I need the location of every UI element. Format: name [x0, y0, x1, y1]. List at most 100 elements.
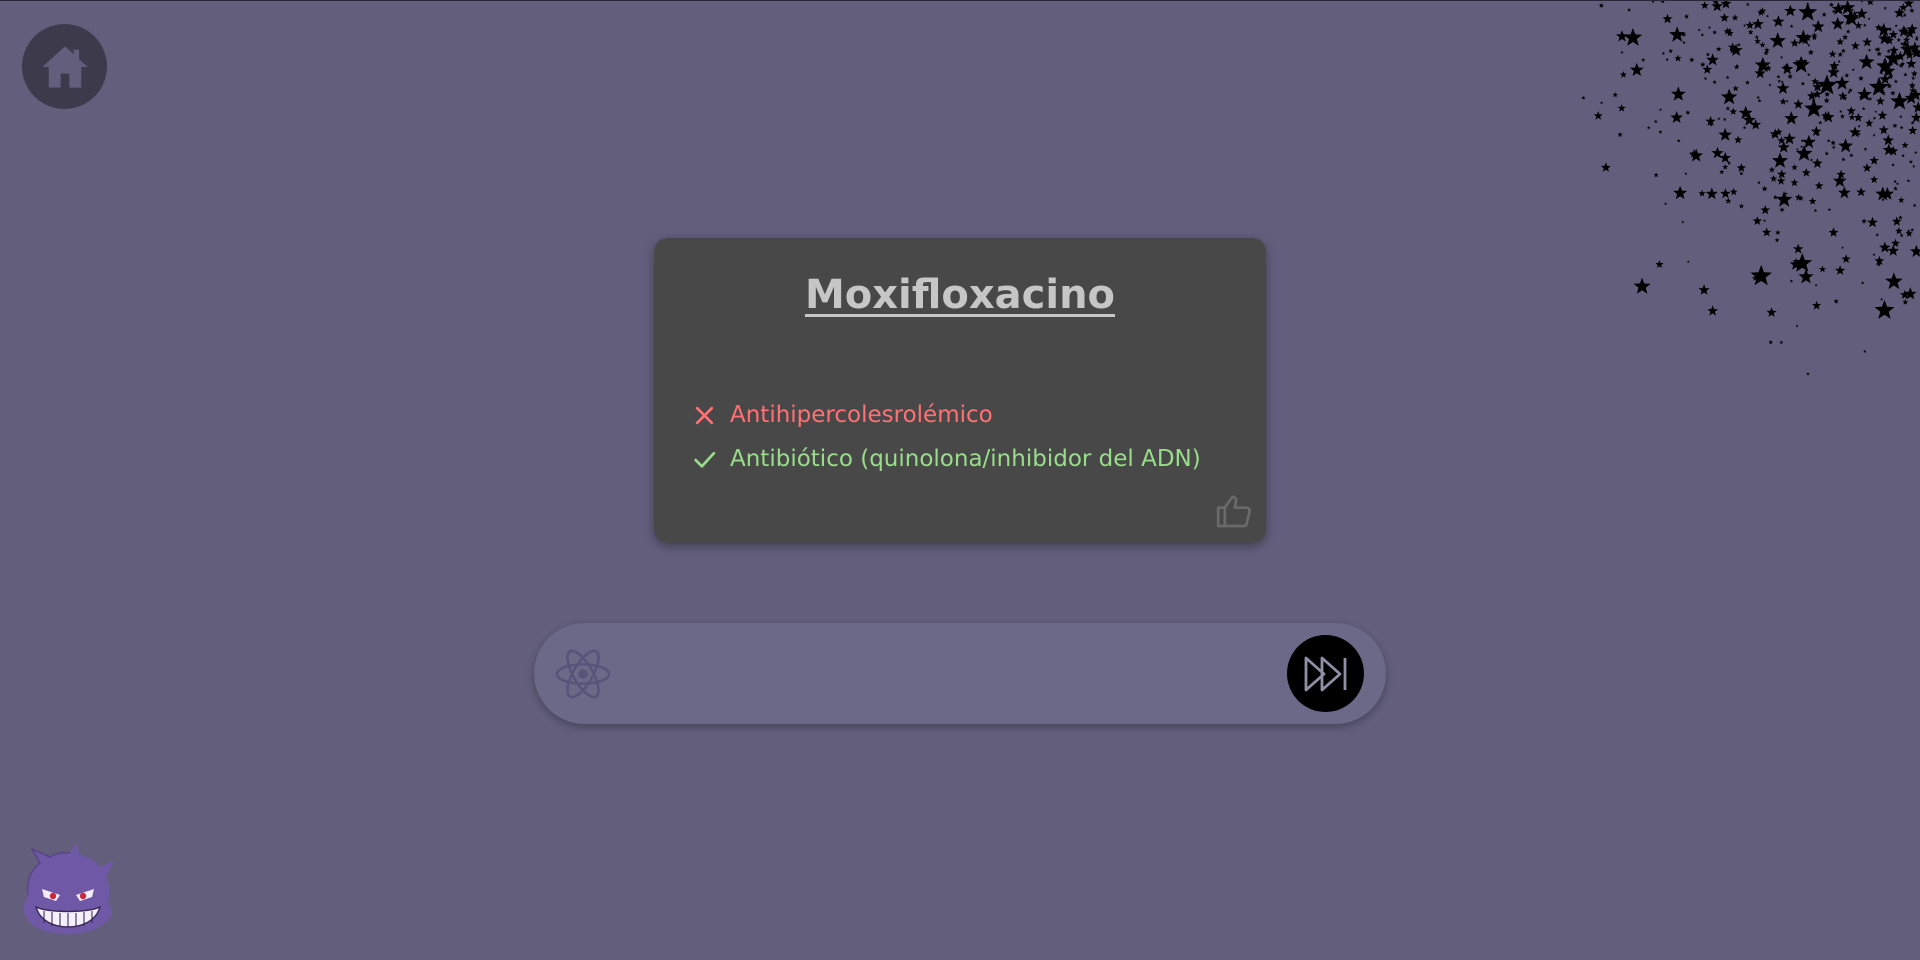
- star-shape: [1830, 16, 1845, 30]
- star-shape: [1689, 56, 1695, 63]
- star-shape: [1891, 238, 1900, 248]
- star-shape: [1806, 372, 1810, 376]
- star-shape: [1729, 107, 1737, 115]
- star-shape: [1858, 75, 1864, 81]
- star-shape: [1598, 2, 1604, 8]
- star-shape: [1700, 61, 1706, 67]
- star-shape: [1761, 227, 1772, 237]
- question-card: Moxifloxacino Antihipercolesrolémico Ant…: [654, 238, 1266, 543]
- star-shape: [1707, 305, 1718, 316]
- star-shape: [1736, 42, 1741, 47]
- star-shape: [1738, 203, 1745, 209]
- star-shape: [1839, 109, 1843, 113]
- star-shape: [1712, 80, 1717, 84]
- star-shape: [1824, 151, 1829, 156]
- star-shape: [1883, 6, 1887, 10]
- star-shape: [1795, 324, 1799, 328]
- star-shape: [1863, 349, 1867, 353]
- star-shape: [1903, 36, 1911, 43]
- thumbs-up-icon[interactable]: [1214, 491, 1254, 531]
- star-shape: [1760, 205, 1771, 215]
- star-shape: [1806, 90, 1817, 101]
- star-shape: [1893, 186, 1898, 191]
- star-shape: [1617, 131, 1623, 138]
- star-shape: [1869, 155, 1879, 165]
- star-shape: [1731, 14, 1739, 21]
- star-shape: [1867, 48, 1872, 52]
- star-shape: [1770, 175, 1778, 182]
- star-shape: [1646, 125, 1651, 130]
- star-shape: [1908, 159, 1913, 164]
- star-shape: [1768, 339, 1773, 345]
- star-shape: [1798, 268, 1814, 284]
- star-shape: [1790, 38, 1800, 47]
- star-shape: [1858, 53, 1875, 69]
- star-shape: [1896, 182, 1900, 186]
- star-shape: [1684, 13, 1690, 19]
- star-shape: [1833, 298, 1839, 304]
- star-shape: [1781, 62, 1794, 75]
- star-shape: [1764, 47, 1770, 53]
- star-shape: [1775, 229, 1781, 235]
- star-shape: [1910, 70, 1918, 77]
- star-shape: [1811, 19, 1825, 33]
- star-shape: [1903, 72, 1908, 77]
- star-shape: [1814, 283, 1818, 287]
- star-shape: [1754, 34, 1759, 39]
- skip-button[interactable]: [1287, 635, 1364, 712]
- star-shape: [1851, 68, 1855, 72]
- star-shape: [1734, 135, 1743, 144]
- star-shape: [1736, 163, 1746, 172]
- star-shape: [1870, 175, 1879, 184]
- star-shape: [1776, 74, 1781, 79]
- star-shape: [1867, 17, 1871, 21]
- star-shape: [1700, 33, 1705, 37]
- star-shape: [1725, 75, 1730, 79]
- star-shape: [1872, 133, 1876, 137]
- star-shape: [1777, 169, 1787, 179]
- star-shape: [1722, 163, 1729, 170]
- star-shape: [1752, 216, 1762, 225]
- star-shape: [1821, 11, 1827, 17]
- star-shape: [1819, 265, 1826, 273]
- star-shape: [1777, 79, 1782, 83]
- star-shape: [1846, 106, 1856, 115]
- star-shape: [1841, 48, 1846, 53]
- home-button[interactable]: [22, 24, 107, 109]
- star-shape: [1733, 64, 1740, 70]
- star-shape: [1743, 24, 1746, 27]
- star-shape: [1914, 36, 1919, 41]
- atom-icon: [555, 649, 611, 699]
- star-shape: [1836, 169, 1846, 179]
- star-shape: [1826, 138, 1831, 143]
- star-shape: [1899, 233, 1904, 238]
- star-shape: [1765, 14, 1770, 18]
- star-shape: [1845, 29, 1851, 34]
- star-shape: [1717, 116, 1721, 121]
- star-shape: [1860, 1, 1863, 3]
- star-shape: [1719, 152, 1731, 163]
- star-shape: [1893, 179, 1897, 183]
- star-shape: [1901, 153, 1905, 158]
- star-shape: [1681, 220, 1685, 224]
- star-shape: [1874, 110, 1878, 113]
- star-shape: [1879, 241, 1891, 253]
- star-shape: [1862, 163, 1872, 172]
- star-shape: [1838, 91, 1848, 101]
- star-shape: [1861, 218, 1867, 224]
- star-shape: [1885, 272, 1903, 290]
- star-shape: [1813, 208, 1818, 213]
- star-shape: [1839, 113, 1845, 119]
- star-shape: [1725, 106, 1731, 111]
- star-shape: [1658, 129, 1663, 134]
- star-shape: [1757, 180, 1761, 185]
- star-shape: [1719, 13, 1730, 22]
- star-shape: [1828, 227, 1839, 237]
- answer-input[interactable]: [630, 643, 1244, 705]
- answer-list: Antihipercolesrolémico Antibiótico (quin…: [692, 393, 1201, 481]
- star-shape: [1761, 185, 1768, 192]
- answer-text: Antibiótico (quinolona/inhibidor del ADN…: [730, 446, 1201, 472]
- star-shape: [1716, 46, 1722, 52]
- star-shape: [1806, 72, 1811, 77]
- star-shape: [1789, 279, 1794, 283]
